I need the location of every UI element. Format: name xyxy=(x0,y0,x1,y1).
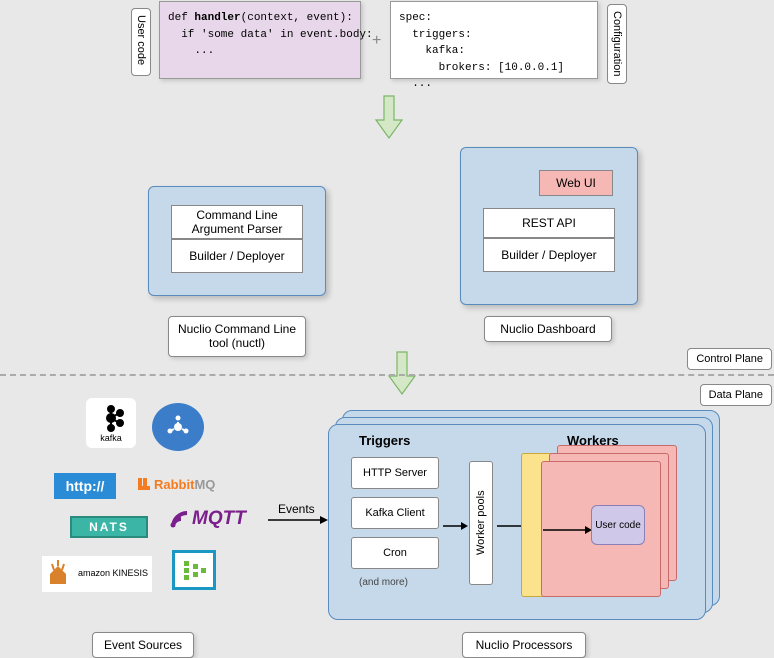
cli-parser-box: Command Line Argument Parser xyxy=(171,205,303,239)
processor-panel: Triggers Workers HTTP Server Kafka Clien… xyxy=(328,424,706,620)
dashboard-label: Nuclio Dashboard xyxy=(484,316,612,342)
triggers-title: Triggers xyxy=(359,433,410,448)
pubsub-icon xyxy=(152,403,204,451)
config-snippet: spec: triggers: kafka: brokers: [10.0.0.… xyxy=(390,1,598,79)
nats-icon: NATS xyxy=(70,516,148,538)
arrow-right-icon xyxy=(541,523,593,537)
plus-icon: + xyxy=(372,32,381,50)
dashboard-webui-box: Web UI xyxy=(539,170,613,196)
triggers-more-text: (and more) xyxy=(359,577,408,588)
trigger-kafka-box: Kafka Client xyxy=(351,497,439,529)
user-code-vert-label: User code xyxy=(131,8,151,76)
event-sources-label: Event Sources xyxy=(92,632,194,658)
data-plane-label: Data Plane xyxy=(700,384,772,406)
http-icon: http:// xyxy=(54,473,116,499)
cli-deployer-box: Builder / Deployer xyxy=(171,239,303,273)
iguazio-icon xyxy=(172,550,216,590)
plane-divider xyxy=(0,374,774,376)
dashboard-deployer-box: Builder / Deployer xyxy=(483,238,615,272)
control-plane-label: Control Plane xyxy=(687,348,772,370)
kinesis-icon: amazon KINESIS xyxy=(42,556,152,592)
rabbitmq-icon: RabbitMQ xyxy=(136,476,215,492)
worker-pools-box: Worker pools xyxy=(469,461,493,585)
user-code-box: User code xyxy=(591,505,645,545)
user-code-snippet: def handler(context, event): if 'some da… xyxy=(159,1,361,79)
arrow-right-icon xyxy=(441,519,469,533)
cli-panel: Command Line Argument Parser Builder / D… xyxy=(148,186,326,296)
dashboard-rest-box: REST API xyxy=(483,208,615,238)
cli-label: Nuclio Command Line tool (nuctl) xyxy=(168,316,306,357)
mqtt-icon: MQTT xyxy=(168,508,246,530)
trigger-cron-box: Cron xyxy=(351,537,439,569)
arrow-down-icon xyxy=(372,94,406,142)
kafka-icon: kafka xyxy=(86,398,136,448)
processors-label: Nuclio Processors xyxy=(462,632,586,658)
dashboard-panel: Web UI REST API Builder / Deployer xyxy=(460,147,638,305)
events-arrow-icon xyxy=(266,513,330,527)
configuration-vert-label: Configuration xyxy=(607,4,627,84)
trigger-http-box: HTTP Server xyxy=(351,457,439,489)
